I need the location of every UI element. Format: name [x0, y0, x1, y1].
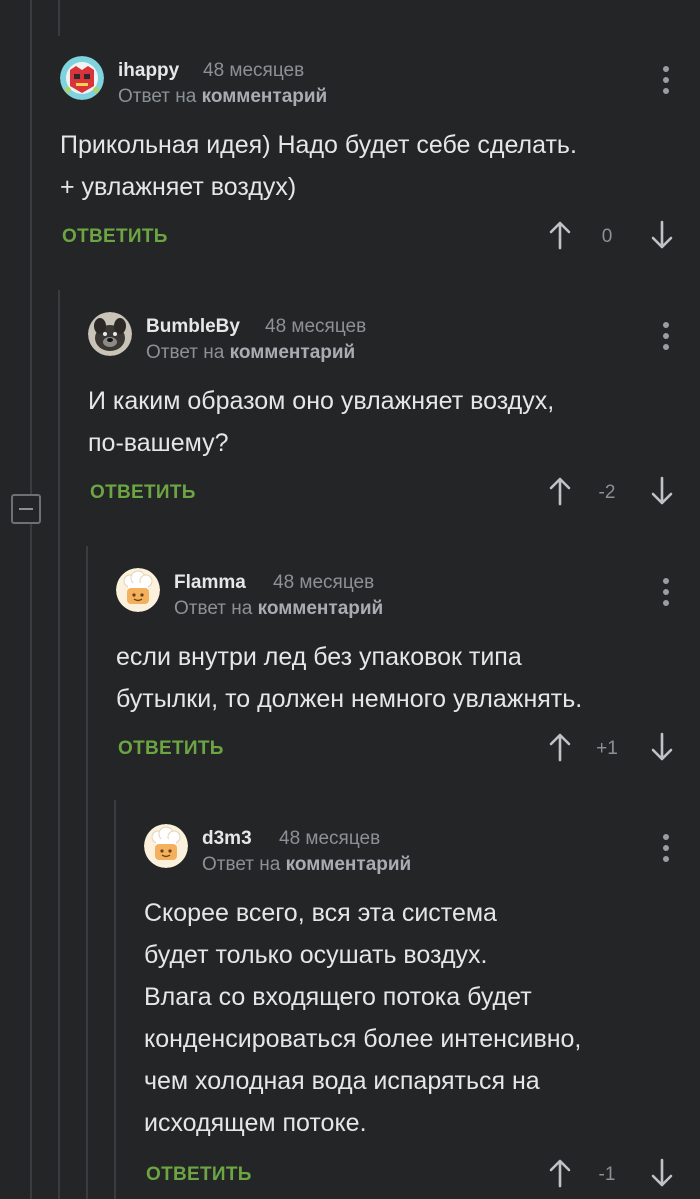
- avatar[interactable]: [144, 824, 188, 868]
- username[interactable]: d3m3: [202, 828, 252, 850]
- arrow-up-icon[interactable]: [548, 732, 572, 762]
- vote-count: 0: [601, 226, 613, 247]
- reply-button[interactable]: ОТВЕТИТЬ: [62, 226, 168, 248]
- comment: ihappy 48 месяцев Ответ на комментарий П…: [60, 56, 700, 266]
- reply-prefix: Ответ на: [174, 598, 253, 619]
- reply-to: Ответ на комментарий: [174, 598, 383, 620]
- timestamp: 48 месяцев: [203, 60, 305, 81]
- username[interactable]: ihappy: [118, 60, 179, 82]
- comment: d3m3 48 месяцев Ответ на комментарий Ско…: [144, 824, 700, 1199]
- thread-line-level-3: [114, 800, 116, 1199]
- arrow-up-icon[interactable]: [548, 476, 572, 506]
- reply-link[interactable]: комментарий: [286, 854, 412, 875]
- default-chef-avatar-icon: [144, 824, 188, 868]
- comment-text: Скорее всего, вся эта система будет толь…: [144, 899, 582, 1137]
- comment-text: если внутри лед без упаковок типа бутылк…: [116, 643, 583, 713]
- more-vertical-icon[interactable]: [663, 66, 669, 94]
- arrow-down-icon[interactable]: [650, 220, 674, 250]
- comment-text: И каким образом оно увлажняет воздух, по…: [88, 387, 555, 457]
- more-vertical-icon[interactable]: [663, 322, 669, 350]
- avatar[interactable]: [88, 312, 132, 356]
- comment: Flamma 48 месяцев Ответ на комментарий е…: [116, 568, 700, 778]
- vote-count: -2: [598, 482, 616, 503]
- timestamp: 48 месяцев: [273, 572, 375, 593]
- arrow-down-icon[interactable]: [650, 732, 674, 762]
- vote-count: -1: [598, 1164, 616, 1185]
- reply-to: Ответ на комментарий: [202, 854, 411, 876]
- arrow-up-icon[interactable]: [548, 1158, 572, 1188]
- thread-line-level-0: [30, 0, 32, 1199]
- username[interactable]: Flamma: [174, 572, 246, 594]
- red-skull-avatar-icon: [60, 56, 104, 100]
- reply-to: Ответ на комментарий: [146, 342, 355, 364]
- timestamp: 48 месяцев: [279, 828, 381, 849]
- reply-link[interactable]: комментарий: [230, 342, 356, 363]
- comment: BumbleBy 48 месяцев Ответ на комментарий…: [88, 312, 700, 522]
- reply-link[interactable]: комментарий: [258, 598, 384, 619]
- vote-count: +1: [596, 738, 618, 759]
- thread-line-level-1: [58, 290, 60, 1199]
- minus-icon: [19, 508, 33, 510]
- collapse-thread-button[interactable]: [11, 494, 41, 524]
- arrow-down-icon[interactable]: [650, 476, 674, 506]
- thread-line-level-1: [58, 0, 60, 36]
- timestamp: 48 месяцев: [265, 316, 367, 337]
- reply-button[interactable]: ОТВЕТИТЬ: [146, 1164, 252, 1186]
- reply-link[interactable]: комментарий: [202, 86, 328, 107]
- reply-prefix: Ответ на: [146, 342, 225, 363]
- arrow-up-icon[interactable]: [548, 220, 572, 250]
- reply-button[interactable]: ОТВЕТИТЬ: [90, 482, 196, 504]
- default-chef-avatar-icon: [116, 568, 160, 612]
- avatar[interactable]: [116, 568, 160, 612]
- more-vertical-icon[interactable]: [663, 834, 669, 862]
- thread-line-level-2: [86, 546, 88, 1199]
- dog-photo-avatar-icon: [88, 312, 132, 356]
- comment-text: Прикольная идея) Надо будет себе сделать…: [60, 131, 577, 201]
- username[interactable]: BumbleBy: [146, 316, 240, 338]
- arrow-down-icon[interactable]: [650, 1158, 674, 1188]
- reply-button[interactable]: ОТВЕТИТЬ: [118, 738, 224, 760]
- reply-prefix: Ответ на: [202, 854, 281, 875]
- reply-prefix: Ответ на: [118, 86, 197, 107]
- more-vertical-icon[interactable]: [663, 578, 669, 606]
- reply-to: Ответ на комментарий: [118, 86, 327, 108]
- avatar[interactable]: [60, 56, 104, 100]
